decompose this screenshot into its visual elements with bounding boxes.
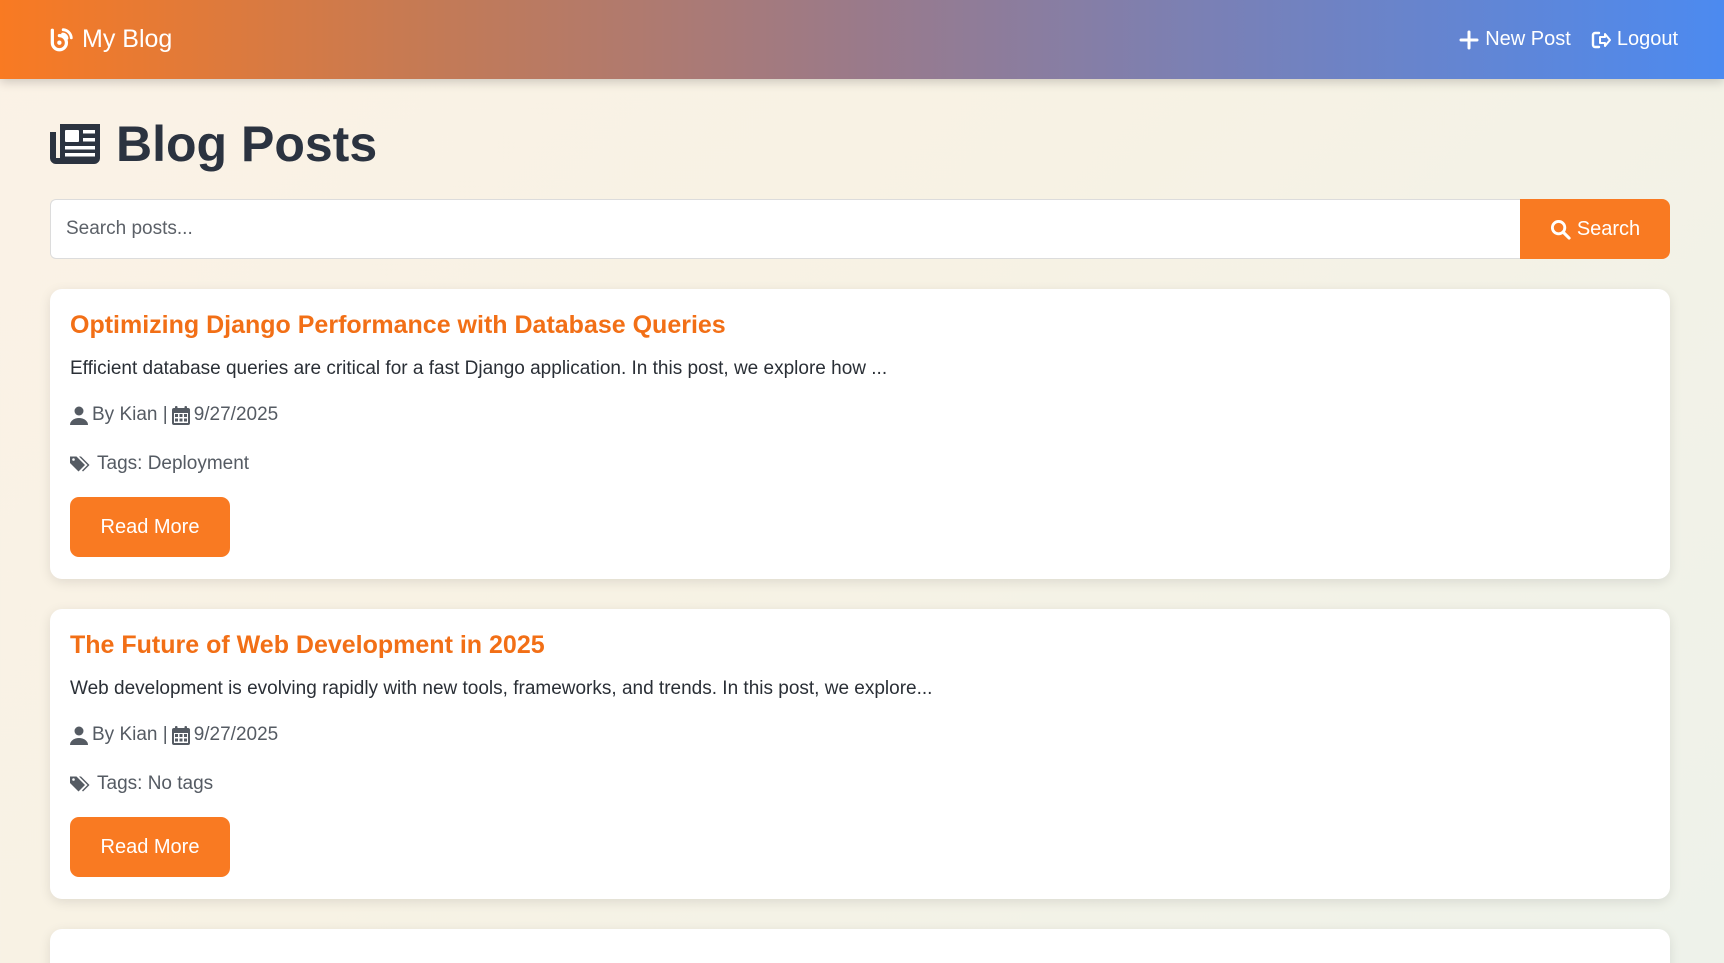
navbar: My Blog New Post Logout bbox=[0, 0, 1724, 79]
calendar-icon bbox=[171, 405, 190, 425]
blog-icon bbox=[50, 27, 73, 51]
logout-link[interactable]: Logout bbox=[1591, 28, 1678, 51]
post-date: 9/27/2025 bbox=[193, 724, 279, 745]
read-more-button[interactable]: Read More bbox=[70, 497, 230, 557]
post-tags: Tags: Deployment bbox=[70, 453, 1650, 475]
post-tags-text: Tags: Deployment bbox=[97, 453, 250, 474]
calendar-icon bbox=[171, 725, 190, 745]
post-tags: Tags: No tags bbox=[70, 773, 1650, 795]
search-input[interactable] bbox=[50, 199, 1520, 259]
post-excerpt: Web development is evolving rapidly with… bbox=[70, 678, 933, 699]
main-content: Blog Posts Search Optimizing Django Perf… bbox=[50, 79, 1670, 963]
post-title[interactable]: The Future of Web Development in 2025 bbox=[70, 631, 1650, 660]
page-title: Blog Posts bbox=[50, 79, 1670, 199]
brand-label: My Blog bbox=[82, 25, 173, 53]
search-icon bbox=[1550, 219, 1571, 240]
search-form: Search bbox=[50, 199, 1670, 259]
newspaper-icon bbox=[50, 124, 100, 164]
search-button[interactable]: Search bbox=[1520, 199, 1670, 259]
post-card: Optimizing Django Performance with Datab… bbox=[50, 289, 1670, 579]
tags-icon bbox=[70, 456, 90, 471]
post-meta: By Kian | 9/27/2025 bbox=[70, 404, 1650, 426]
post-tags-text: Tags: No tags bbox=[97, 773, 214, 794]
search-button-label: Search bbox=[1576, 217, 1641, 240]
post-excerpt: Efficient database queries are critical … bbox=[70, 358, 888, 379]
post-card: The Future of Web Development in 2025 We… bbox=[50, 609, 1670, 899]
tags-icon bbox=[70, 776, 90, 791]
plus-icon bbox=[1459, 30, 1479, 49]
logout-icon bbox=[1591, 31, 1611, 48]
logout-label: Logout bbox=[1616, 28, 1678, 50]
read-more-button[interactable]: Read More bbox=[70, 817, 230, 877]
nav-links: New Post Logout bbox=[1459, 28, 1678, 51]
post-meta: By Kian | 9/27/2025 bbox=[70, 724, 1650, 746]
post-card-partial bbox=[50, 929, 1670, 963]
post-date: 9/27/2025 bbox=[193, 404, 279, 425]
post-author: By Kian | bbox=[92, 724, 168, 745]
user-icon bbox=[70, 406, 88, 425]
user-icon bbox=[70, 726, 88, 745]
brand-link[interactable]: My Blog bbox=[48, 25, 172, 54]
new-post-link[interactable]: New Post bbox=[1459, 28, 1571, 51]
post-author: By Kian | bbox=[92, 404, 168, 425]
new-post-label: New Post bbox=[1485, 28, 1571, 50]
page-title-text: Blog Posts bbox=[116, 116, 378, 172]
post-title[interactable]: Optimizing Django Performance with Datab… bbox=[70, 311, 1650, 340]
